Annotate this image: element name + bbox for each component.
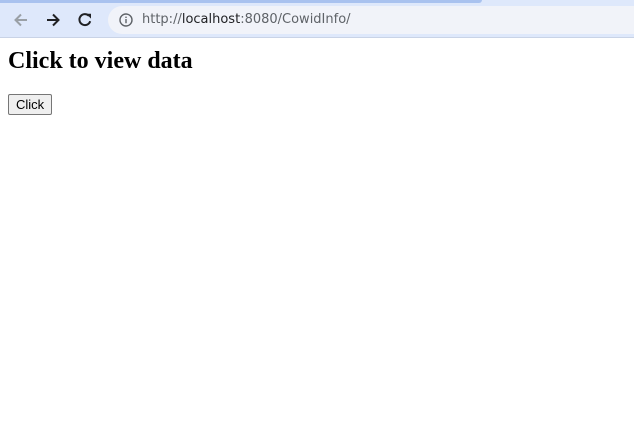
- url-path: :8080/CowidInfo/: [240, 12, 351, 27]
- info-icon[interactable]: [119, 13, 133, 27]
- forward-button[interactable]: [40, 7, 66, 33]
- url-text[interactable]: http://localhost:8080/CowidInfo/: [142, 12, 351, 28]
- reload-icon: [78, 13, 92, 27]
- reload-button[interactable]: [72, 7, 98, 33]
- click-button[interactable]: Click: [8, 94, 53, 115]
- browser-toolbar: http://localhost:8080/CowidInfo/: [0, 0, 634, 38]
- page-heading: Click to view data: [8, 48, 193, 74]
- page-content: Click to view data Click: [0, 38, 634, 439]
- tab-strip: [0, 0, 482, 3]
- back-arrow-icon: [14, 13, 27, 27]
- url-scheme: http://: [142, 12, 182, 27]
- back-button[interactable]: [8, 7, 34, 33]
- forward-arrow-icon: [47, 13, 60, 27]
- address-bar[interactable]: http://localhost:8080/CowidInfo/: [108, 6, 634, 34]
- url-host: localhost: [181, 12, 241, 27]
